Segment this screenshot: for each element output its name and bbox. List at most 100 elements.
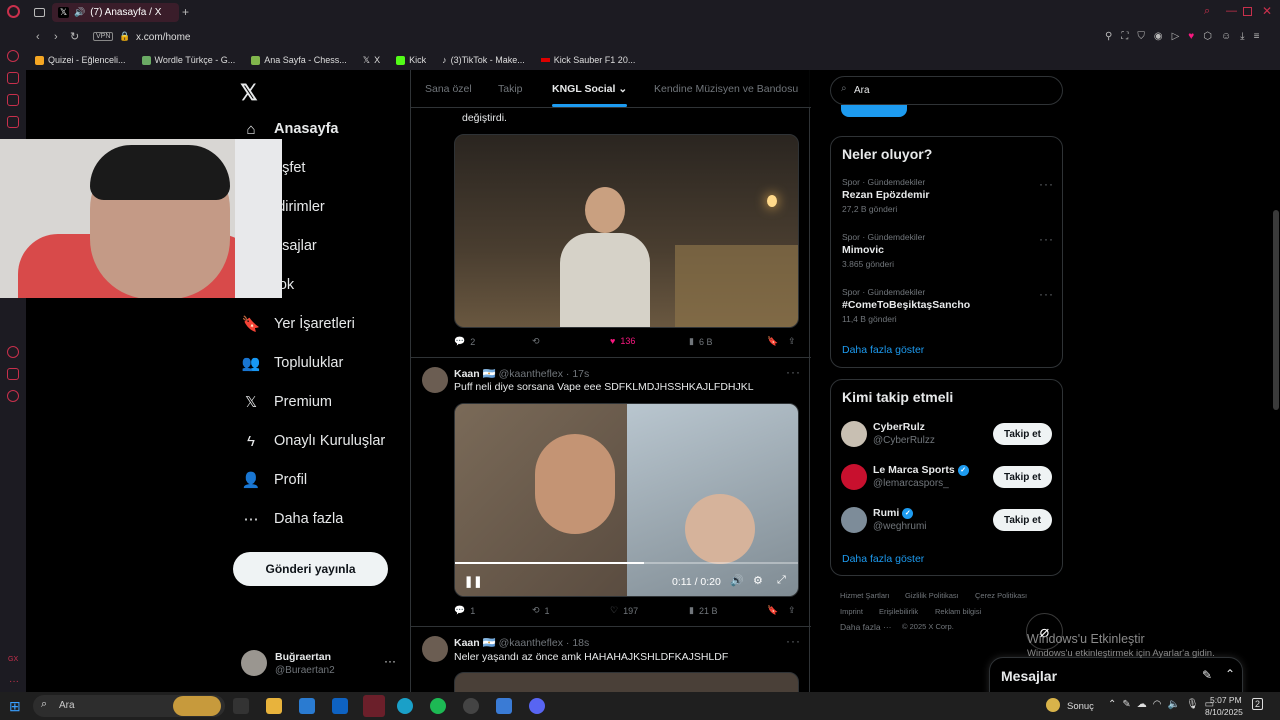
lock-icon[interactable]: 🔒 — [119, 31, 130, 42]
tweet-image[interactable] — [454, 134, 799, 328]
windows-start-icon[interactable]: ⊞ — [9, 698, 21, 715]
messenger-icon[interactable] — [7, 94, 19, 106]
active-tab[interactable]: 𝕏 🔊 (7) Anasayfa / X — [52, 3, 179, 22]
nav-premium[interactable]: 𝕏 Premium — [242, 393, 332, 411]
maximize-icon[interactable] — [1243, 7, 1252, 16]
more-icon[interactable]: ··· — [1039, 232, 1054, 246]
tweet-image[interactable] — [454, 672, 799, 692]
subscribe-button[interactable] — [841, 105, 907, 117]
bookmark-quizei[interactable]: Quizei - Eğlenceli... — [35, 55, 126, 65]
follow-suggestion[interactable]: Le Marca Sports ✓ @lemarcaspors_ Takip et — [841, 461, 1053, 493]
settings-icon[interactable] — [7, 390, 19, 402]
nav-bookmarks[interactable]: 🔖 Yer İşaretleri — [242, 315, 355, 333]
camera-icon[interactable]: ◉ — [1154, 31, 1163, 42]
more-icon[interactable]: ··· — [786, 365, 801, 379]
tab-for-you[interactable]: Sana özel — [425, 83, 472, 95]
close-icon[interactable]: ✕ — [1262, 4, 1272, 18]
bookmark-icon[interactable]: 🔖 — [767, 336, 778, 347]
follow-suggestion[interactable]: Rumi ✓ @weghrumi Takip et — [841, 504, 1053, 536]
footer-link[interactable]: Çerez Politikası — [975, 591, 1027, 600]
gear-icon[interactable]: ⚙ — [753, 574, 763, 587]
download-icon[interactable]: ⤓ — [1240, 31, 1244, 42]
forward-icon[interactable]: › — [54, 31, 58, 43]
speaker-icon[interactable]: 🔊 — [74, 7, 85, 18]
taskbar-search[interactable]: ⌕ Ara — [33, 695, 225, 717]
footer-more-link[interactable]: Daha fazla ··· — [840, 622, 892, 632]
store-icon[interactable] — [299, 698, 315, 714]
trend-item[interactable]: Spor · Gündemdekiler #ComeToBeşiktaşSanc… — [842, 287, 970, 324]
nav-communities[interactable]: 👥 Topluluklar — [242, 354, 344, 372]
ai-icon[interactable] — [7, 50, 19, 62]
tab-kngl-social[interactable]: KNGL Social ⌄ — [552, 83, 628, 107]
url-field[interactable]: x.com/home — [136, 32, 190, 43]
bookmark-kick-sauber[interactable]: Kick Sauber F1 20... — [540, 55, 635, 65]
reply-button[interactable]: 💬 2 — [454, 336, 475, 347]
gx-icon[interactable]: GX — [8, 656, 18, 663]
profile-icon[interactable]: ☺ — [1221, 31, 1231, 42]
show-more-link[interactable]: Daha fazla göster — [842, 344, 924, 356]
cloud-icon[interactable]: ☁ — [1137, 699, 1147, 710]
follow-button[interactable]: Takip et — [993, 509, 1052, 531]
more-icon[interactable]: ··· — [9, 676, 19, 687]
avatar[interactable] — [422, 636, 448, 662]
mic-icon[interactable]: 🎙 — [1186, 699, 1199, 710]
outlook-icon[interactable] — [332, 698, 348, 714]
opera-gx-icon[interactable] — [363, 695, 385, 717]
fullscreen-icon[interactable]: ⤢ — [777, 574, 786, 587]
views-button[interactable]: ▮ 6 B — [689, 336, 712, 347]
account-switcher[interactable]: Buğraertan @Buraertan2 ··· — [239, 648, 409, 680]
retweet-button[interactable]: ⟲ — [532, 336, 540, 347]
downloads-icon[interactable] — [7, 368, 19, 380]
tab-musician-band[interactable]: Kendine Müzisyen ve Bandosu — [654, 83, 798, 95]
search-input[interactable]: ⌕ Ara — [830, 76, 1063, 105]
discord-icon[interactable] — [529, 698, 545, 714]
github-icon[interactable] — [463, 698, 479, 714]
bookmark-wordle[interactable]: Wordle Türkçe - G... — [141, 55, 235, 65]
task-view-icon[interactable] — [233, 698, 249, 714]
heart-icon[interactable]: ♥ — [1188, 31, 1194, 42]
app-icon[interactable] — [496, 698, 512, 714]
scrollbar[interactable] — [1273, 210, 1279, 410]
retweet-button[interactable]: ⟲ 1 — [532, 605, 550, 616]
volume-icon[interactable]: 🔈 — [1168, 699, 1180, 710]
volume-icon[interactable]: 🔊 — [730, 574, 744, 587]
snapshot-icon[interactable]: ⛶ — [1121, 31, 1128, 42]
clock-time[interactable]: 5:07 PM — [1210, 695, 1242, 705]
new-tab-icon[interactable]: + — [182, 5, 189, 19]
share-icon[interactable]: ⇪ — [788, 605, 796, 616]
more-icon[interactable]: ··· — [1039, 177, 1054, 191]
extensions-icon[interactable]: ⬡ — [1203, 31, 1212, 42]
bookmark-x[interactable]: 𝕏X — [363, 55, 380, 66]
shield-icon[interactable]: ⛉ — [1137, 31, 1145, 42]
more-icon[interactable]: ··· — [786, 634, 801, 648]
mail-icon[interactable] — [7, 116, 19, 128]
nav-verified-orgs[interactable]: ϟ Onaylı Kuruluşlar — [242, 432, 385, 450]
edge-icon[interactable] — [397, 698, 413, 714]
like-button[interactable]: ♥ 136 — [610, 336, 635, 346]
more-icon[interactable]: ··· — [1039, 287, 1054, 301]
expand-icon[interactable]: ⌃ — [1225, 667, 1235, 681]
tab-following[interactable]: Takip — [498, 83, 523, 95]
spotify-icon[interactable] — [430, 698, 446, 714]
vpn-badge[interactable]: VPN — [93, 32, 114, 41]
footer-link[interactable]: Reklam bilgisi — [935, 607, 981, 616]
x-logo-icon[interactable]: 𝕏 — [240, 80, 258, 106]
notification-badge[interactable]: 2 — [1252, 698, 1264, 710]
trend-item[interactable]: Spor · Gündemdekiler Rezan Epözdemir 27,… — [842, 177, 930, 214]
trend-item[interactable]: Spor · Gündemdekiler Mimovic 3.865 gönde… — [842, 232, 925, 269]
bookmark-icon[interactable]: 🔖 — [767, 605, 778, 616]
nav-home[interactable]: ⌂ Anasayfa — [242, 120, 338, 138]
file-explorer-icon[interactable] — [266, 698, 282, 714]
follow-button[interactable]: Takip et — [993, 466, 1052, 488]
tweet-video[interactable]: ❚❚ 0:11 / 0:20 🔊 ⚙ ⤢ — [454, 403, 799, 597]
post-button[interactable]: Gönderi yayınla — [233, 552, 388, 586]
avatar[interactable] — [422, 367, 448, 393]
back-icon[interactable]: ‹ — [36, 31, 40, 43]
follow-suggestion[interactable]: CyberRulz @CyberRulzz Takip et — [841, 418, 1053, 450]
wifi-icon[interactable]: ◠ — [1153, 699, 1162, 710]
bookmark-chess[interactable]: Ana Sayfa - Chess... — [251, 55, 347, 65]
like-button[interactable]: ♡ 197 — [610, 605, 638, 616]
tab-islands-icon[interactable] — [34, 8, 45, 17]
weather-label[interactable]: Sonuç — [1067, 701, 1094, 712]
pen-icon[interactable]: ✎ — [1122, 699, 1130, 710]
